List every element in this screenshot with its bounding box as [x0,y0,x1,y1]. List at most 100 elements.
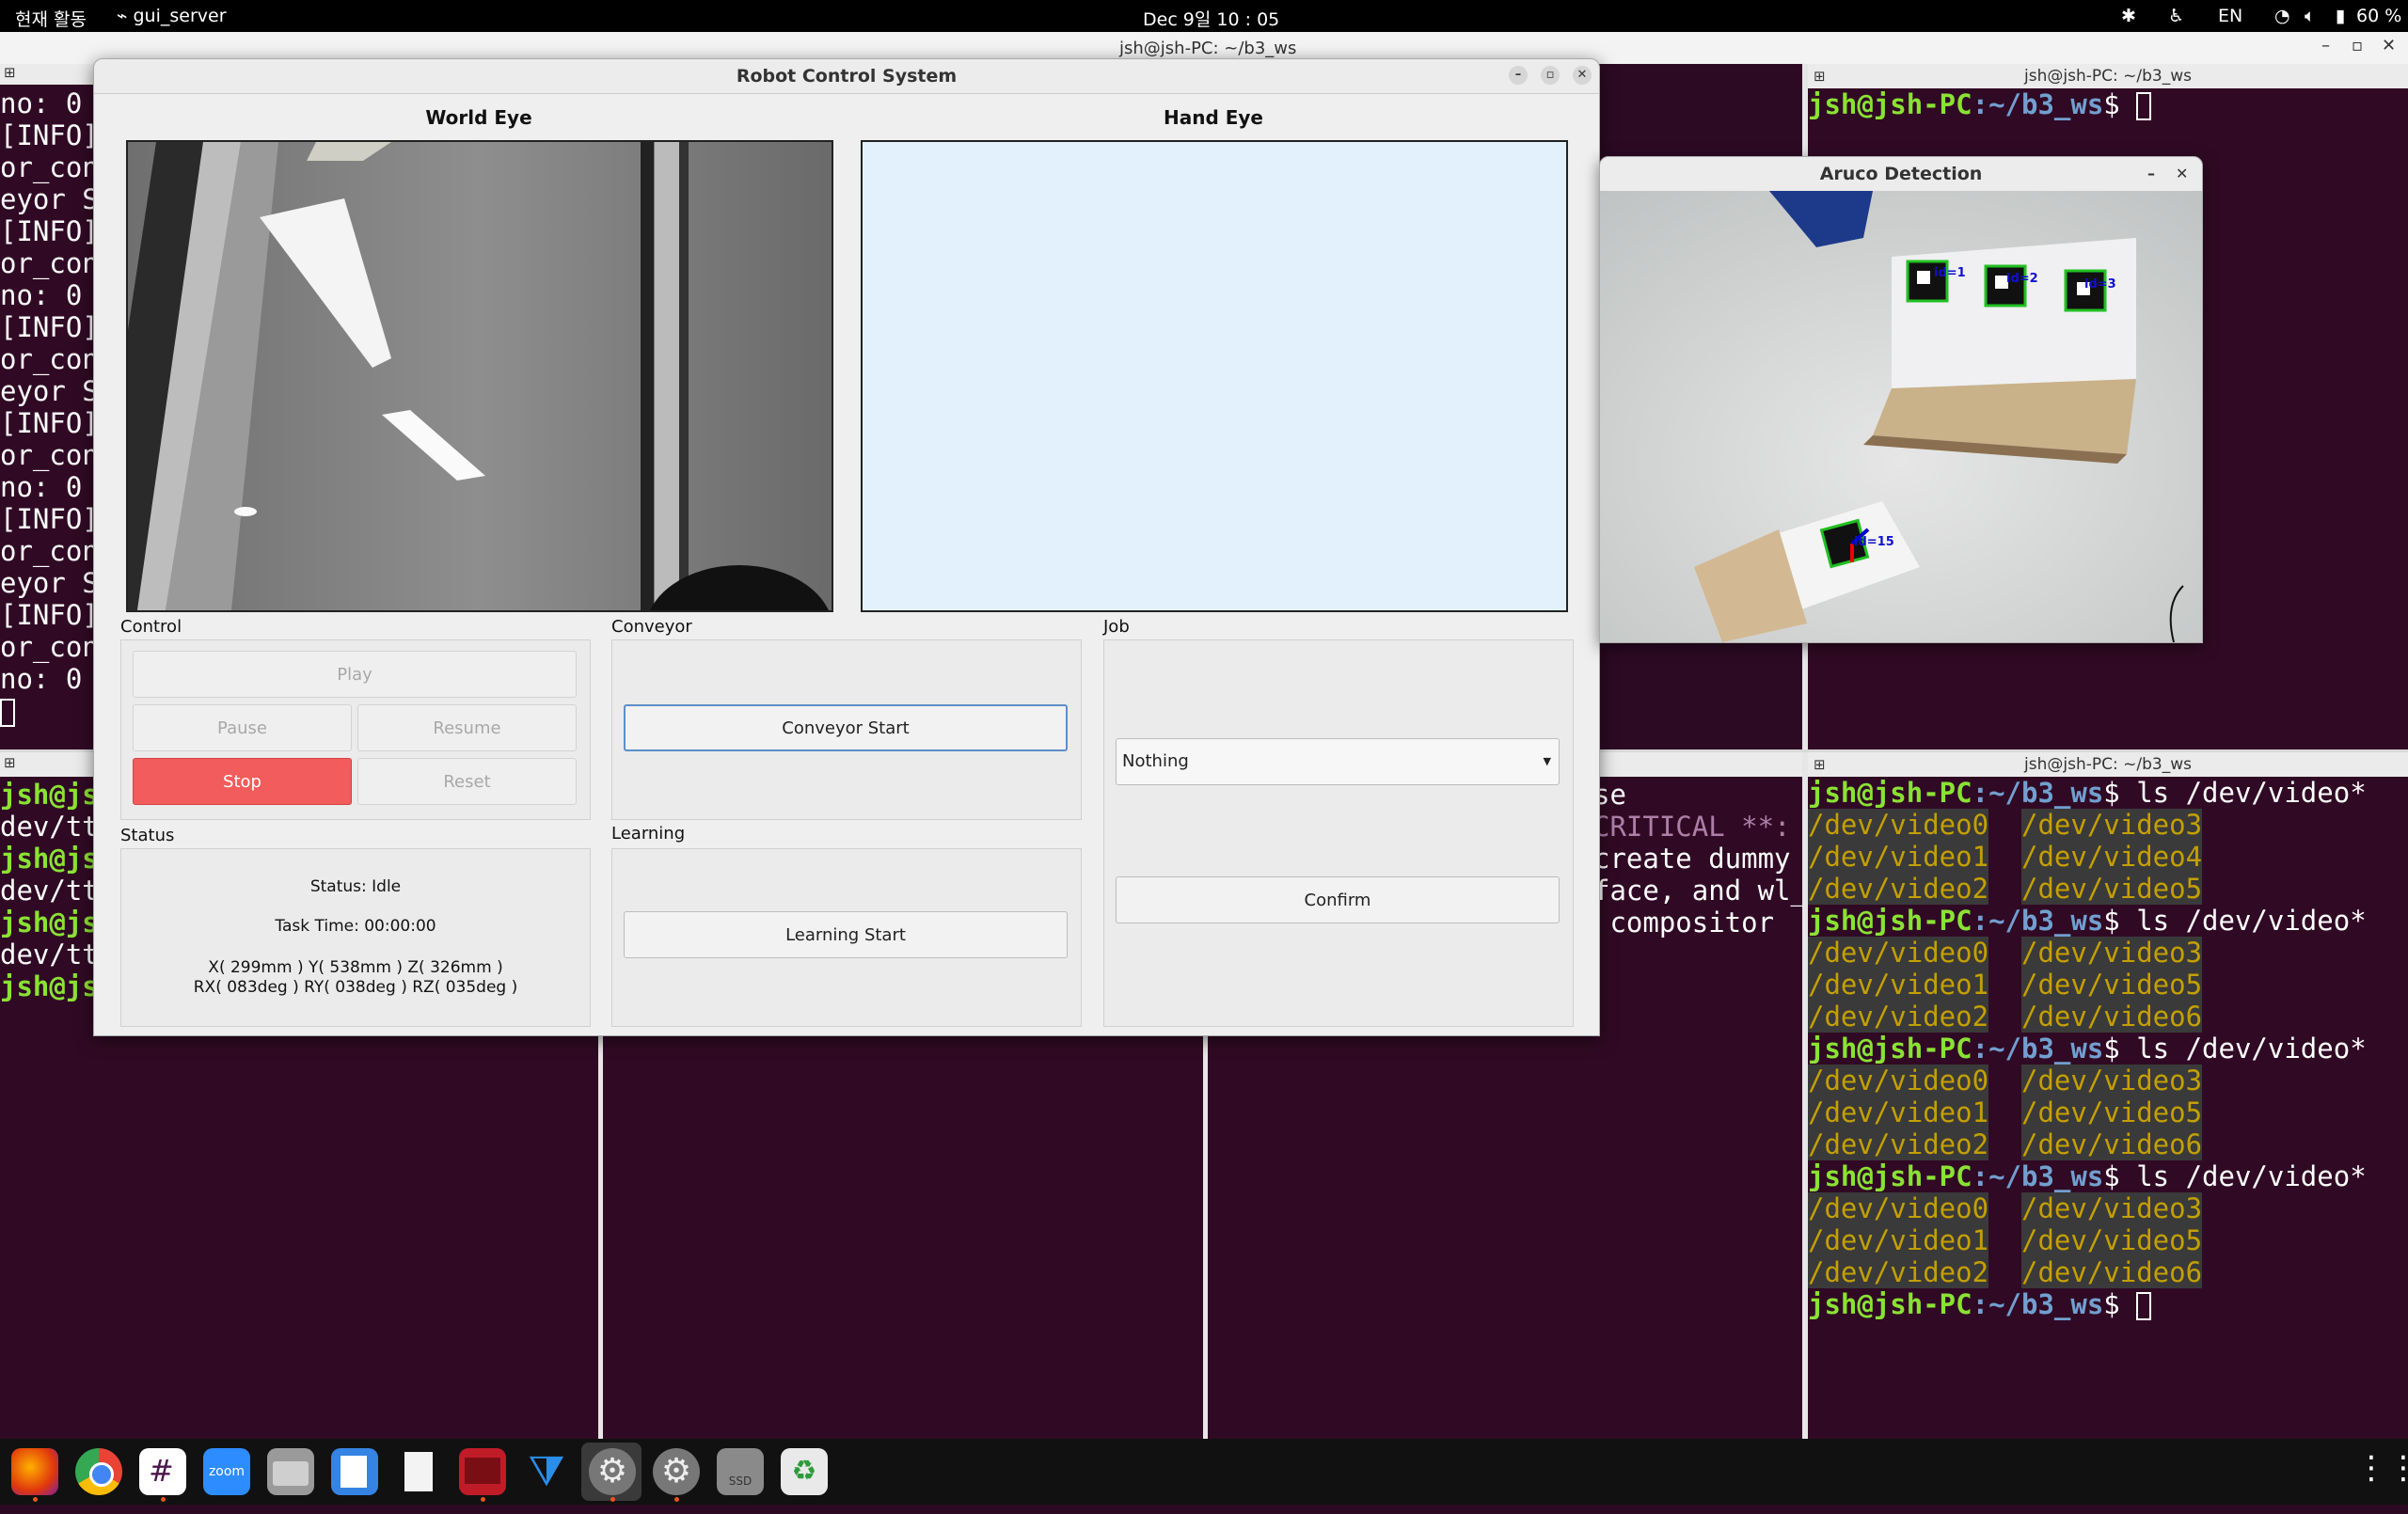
pane-tile-icon: ⊞ [1814,68,1826,85]
close-icon[interactable]: ✕ [2382,36,2396,55]
hand-eye-camera-view [861,140,1568,612]
terminal-cursor [2136,1292,2152,1320]
chevron-down-icon: ▼ [1543,755,1551,767]
vscode-icon[interactable]: ⧩ [523,1448,570,1495]
marker-label-3: id=3 [2084,277,2116,292]
minimize-icon[interactable]: – [2321,36,2330,55]
terminal-line: CRITICAL **: [1593,811,1791,843]
terminal-cursor [0,699,15,727]
activities-button[interactable]: 현재 활동 [15,6,87,31]
aruco-camera-image [1600,191,2202,642]
volume-icon[interactable]: 🔈︎ [2305,6,2315,26]
conveyor-start-button[interactable]: Conveyor Start [624,704,1068,751]
conveyor-group-label: Conveyor [611,617,692,637]
terminal-line: face, and wl_ [1593,875,1802,907]
slack-tray-icon[interactable]: ✱ [2121,6,2136,26]
pose-rxyz-text: RX( 083deg ) RY( 038deg ) RZ( 035deg ) [193,978,518,997]
pane-tile-icon: ⊞ [1814,756,1826,773]
terminal-prompt-line: jsh@jsh-PC:~/b3_ws$ ls /dev/video* [1808,905,2367,937]
maximize-icon[interactable]: ▫ [1541,66,1560,85]
app-name: gui_server [133,6,227,26]
terminal-prompt-line: jsh@jsh-PC:~/b3_ws$ ls /dev/video* [1808,1160,2367,1192]
close-icon[interactable]: ✕ [2176,157,2188,191]
terminal-line: /dev/video1 /dev/video5 [1808,969,2203,1001]
window-title: Aruco Detection [1819,164,1983,184]
prompt-user: jsh@jsh-PC [1808,88,1972,120]
status-group-label: Status [120,826,175,845]
terminal-line: /dev/video0 /dev/video3 [1808,809,2203,841]
hand-eye-title: Hand Eye [1163,106,1263,129]
job-group: Nothing ▼ Confirm [1103,639,1574,1027]
restore-icon[interactable]: ▫ [2352,36,2363,55]
terminal-line: /dev/video1 /dev/video5 [1808,1096,2203,1128]
window-titlebar: Aruco Detection – ✕ [1600,157,2202,191]
app-grid-icon[interactable]: ⋮⋮⋮ [2355,1452,2408,1484]
zoom-icon[interactable]: zoom [203,1448,250,1495]
pane-tile-icon: ⊞ [4,754,16,771]
minimize-icon[interactable]: – [2147,157,2155,191]
conveyor-group: Conveyor Start [611,639,1082,820]
terminal-line: /dev/video1 /dev/video5 [1808,1224,2203,1256]
control-group-label: Control [120,617,182,637]
learning-group: Learning Start [611,848,1082,1027]
terminal-prompt-line: jsh@jsh-PC:~/b3_ws$ ls /dev/video* [1808,1033,2367,1065]
status-text: Status: Idle [309,877,402,896]
play-button[interactable]: Play [133,651,577,698]
job-select-value: Nothing [1122,751,1189,771]
screenshot-app-icon[interactable] [459,1448,506,1495]
text-editor-icon[interactable] [331,1448,378,1495]
pose-xyz-text: X( 299mm ) Y( 538mm ) Z( 326mm ) [208,958,503,977]
close-icon[interactable]: ✕ [1573,66,1592,85]
trash-icon[interactable]: ♻ [781,1448,828,1495]
input-language[interactable]: EN [2218,6,2242,26]
learning-start-button[interactable]: Learning Start [624,911,1068,958]
app-indicator-icon: ⌁ [117,6,134,26]
stop-button[interactable]: Stop [133,758,352,805]
pane-titlebar: ⊞ jsh@jsh-PC: ~/b3_ws [1808,64,2408,88]
terminal-line: /dev/video2 /dev/video6 [1808,1128,2203,1160]
settings-icon-2[interactable]: ⚙ [653,1448,700,1495]
control-group: Play Pause Resume Stop Reset [120,639,591,820]
window-titlebar: Robot Control System – ▫ ✕ [94,59,1599,94]
terminal-line: /dev/video2 /dev/video6 [1808,1256,2203,1288]
chrome-icon[interactable] [75,1448,122,1495]
pause-button[interactable]: Pause [133,704,352,751]
top-bar: 현재 활동 ⌁ gui_server Dec 9일 10 : 05 ✱ ♿ EN… [0,0,2408,32]
terminal-line: compositor [1593,907,1775,938]
resume-button[interactable]: Resume [357,704,577,751]
status-group: Status: Idle Task Time: 00:00:00 X( 299m… [120,848,591,1027]
terminal-prompt-line: jsh@jsh-PC:~/b3_ws$ ls /dev/video* [1808,777,2367,809]
battery-icon[interactable]: ▮ [2336,6,2345,26]
files-icon[interactable] [267,1448,314,1495]
job-group-label: Job [1103,617,1130,637]
focused-app-menu[interactable]: ⌁ gui_server [117,6,227,26]
terminal-line: /dev/video2 /dev/video6 [1808,1001,2203,1033]
reset-button[interactable]: Reset [357,758,577,805]
world-eye-title: World Eye [425,106,532,129]
wifi-icon[interactable]: ◔ [2274,6,2290,26]
confirm-button[interactable]: Confirm [1116,876,1560,923]
learning-group-label: Learning [611,824,686,844]
ssd-drive-icon[interactable]: SSD [717,1448,764,1495]
accessibility-icon[interactable]: ♿ [2168,6,2184,26]
terminal-line: /dev/video0 /dev/video3 [1808,937,2203,969]
firefox-icon[interactable] [11,1448,58,1495]
marker-label-15: id=15 [1854,535,1894,549]
task-time-text: Task Time: 00:00:00 [275,917,436,936]
job-select[interactable]: Nothing ▼ [1116,738,1560,785]
terminal-output: se CRITICAL **: create dummy face, and wl_ … [1593,779,1802,1439]
document-icon[interactable] [395,1448,442,1495]
terminal-cursor [2136,92,2152,120]
terminal-prompt-line: jsh@jsh-PC:~/b3_ws$ [1808,1288,2408,1320]
terminal-line: /dev/video1 /dev/video4 [1808,841,2203,873]
terminal-output: jsh@jsh-PC:~/b3_ws$ ls /dev/video*/dev/v… [1808,777,2408,1439]
clock[interactable]: Dec 9일 10 : 05 [1143,6,1279,31]
slack-icon[interactable]: # [139,1448,186,1495]
prompt-path: :~/b3_ws [1972,88,2104,120]
terminal-window-title: jsh@jsh-PC: ~/b3_ws [1119,39,1297,58]
marker-label-2: id=2 [2006,272,2038,286]
settings-icon[interactable]: ⚙ [589,1448,636,1495]
terminal-pane-middle[interactable] [603,1034,1203,1439]
terminal-pane-right-bottom[interactable]: ⊞ jsh@jsh-PC: ~/b3_ws jsh@jsh-PC:~/b3_ws… [1808,752,2408,1439]
minimize-icon[interactable]: – [1509,66,1528,85]
